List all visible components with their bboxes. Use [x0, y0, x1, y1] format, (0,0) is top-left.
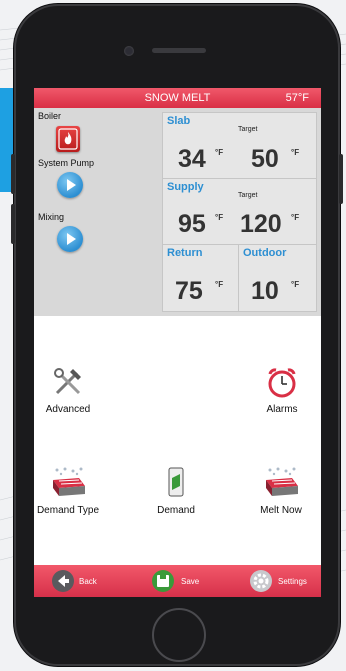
readings-grid: Slab Target 34 °F 50 °F Supply Target 95… — [162, 112, 317, 312]
outdoor-unit: °F — [291, 280, 300, 289]
slab-label: Slab — [167, 115, 191, 127]
camera-icon — [124, 46, 134, 56]
switch-icon — [168, 467, 184, 497]
alarms-label: Alarms — [266, 404, 298, 415]
return-unit: °F — [215, 280, 224, 289]
outdoor-temperature: 57°F — [285, 92, 309, 104]
advanced-button[interactable]: Advanced — [40, 365, 96, 415]
tools-icon — [54, 368, 81, 395]
outdoor-cell[interactable]: Outdoor 10 °F — [238, 244, 317, 312]
back-button[interactable]: Back — [52, 569, 108, 593]
return-cell[interactable]: Return 75 °F — [162, 244, 239, 312]
slab-target-unit: °F — [291, 148, 300, 157]
home-button[interactable] — [152, 608, 206, 662]
boiler-label: Boiler — [38, 111, 62, 121]
advanced-label: Advanced — [45, 404, 91, 415]
melt-now-button[interactable]: Melt Now — [248, 466, 314, 516]
supply-label: Supply — [167, 181, 204, 193]
page-title: SNOW MELT — [144, 92, 211, 104]
return-value: 75 — [175, 277, 203, 305]
bottom-toolbar: Back Save Settings — [34, 565, 321, 597]
save-disk-icon — [152, 570, 174, 592]
app-screen: SNOW MELT 57°F Boiler System Pump Mixing — [34, 88, 321, 597]
supply-value: 95 — [178, 210, 206, 238]
save-label: Save — [181, 577, 200, 586]
outdoor-label: Outdoor — [243, 247, 287, 259]
gear-icon — [250, 570, 272, 592]
speaker-grille — [152, 48, 206, 53]
back-label: Back — [79, 577, 97, 586]
status-panel: Boiler System Pump Mixing Slab Target 34… — [34, 108, 321, 316]
supply-unit: °F — [215, 213, 224, 222]
supply-cell[interactable]: Supply Target 95 °F 120 °F — [162, 178, 317, 245]
snow-slab-icon — [53, 467, 85, 496]
outdoor-value: 10 — [251, 277, 279, 305]
demand-type-label: Demand Type — [36, 505, 100, 516]
slab-unit: °F — [215, 148, 224, 157]
system-pump-play-icon[interactable] — [57, 172, 83, 198]
title-bar: SNOW MELT 57°F — [34, 88, 321, 108]
back-arrow-icon — [52, 570, 74, 592]
save-button[interactable]: Save — [152, 569, 208, 593]
demand-toggle[interactable]: Demand — [148, 466, 204, 516]
mixing-label: Mixing — [38, 212, 65, 222]
supply-target-label: Target — [238, 192, 258, 199]
demand-label: Demand — [157, 505, 195, 516]
melt-slab-icon — [266, 467, 298, 496]
slab-target-label: Target — [238, 126, 258, 133]
melt-now-label: Melt Now — [260, 505, 302, 516]
slab-cell[interactable]: Slab Target 34 °F 50 °F — [162, 112, 317, 179]
settings-button[interactable]: Settings — [250, 569, 320, 593]
alarm-clock-icon — [268, 368, 296, 398]
slab-value: 34 — [178, 145, 206, 173]
supply-target-unit: °F — [291, 213, 300, 222]
mixing-play-icon[interactable] — [57, 226, 83, 252]
boiler-flame-icon[interactable] — [56, 126, 80, 152]
slab-target-value: 50 — [251, 145, 279, 173]
settings-label: Settings — [278, 577, 307, 586]
volume-up-button — [11, 154, 15, 194]
volume-down-button — [11, 204, 15, 244]
demand-type-button[interactable]: Demand Type — [34, 466, 106, 516]
equipment-column: Boiler System Pump Mixing — [34, 108, 162, 316]
supply-target-value: 120 — [240, 210, 282, 238]
power-button — [339, 154, 343, 204]
system-pump-label: System Pump — [38, 158, 95, 168]
return-label: Return — [167, 247, 203, 259]
alarms-button[interactable]: Alarms — [254, 365, 310, 415]
